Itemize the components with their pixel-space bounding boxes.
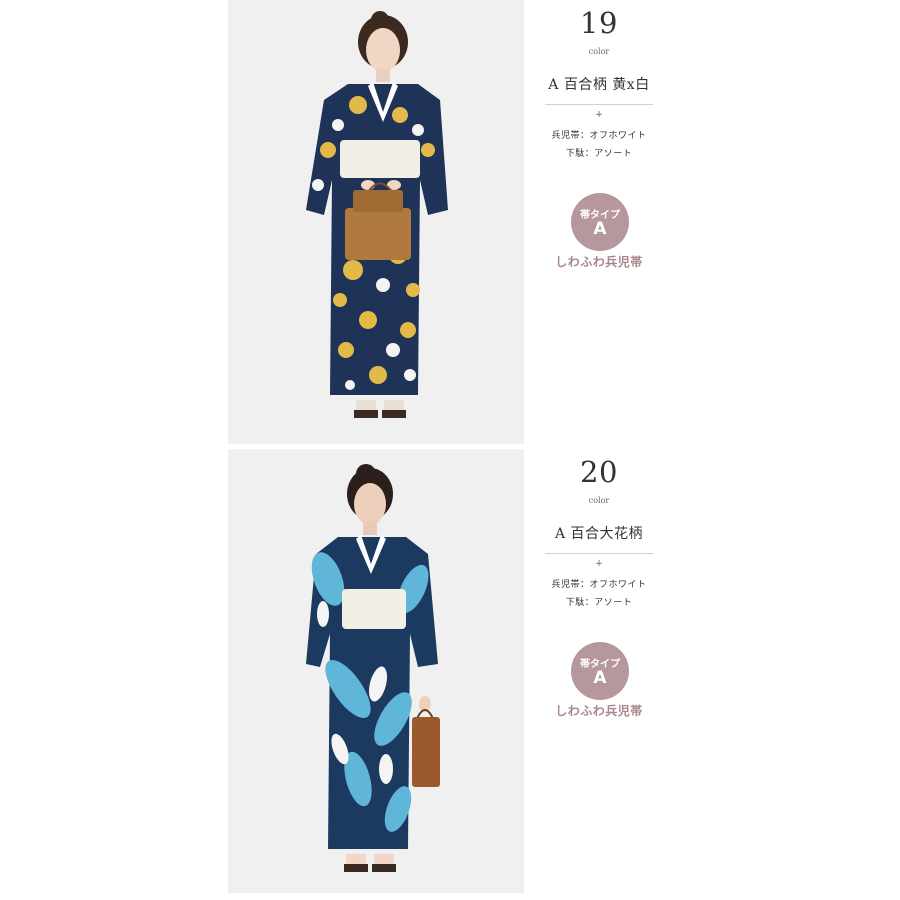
product-photo-20 bbox=[228, 449, 524, 893]
geta-spec: 下駄：アソート bbox=[565, 149, 633, 159]
color-number: 19 bbox=[580, 6, 618, 40]
color-label: color bbox=[588, 496, 610, 505]
badge-type-letter: A bbox=[593, 219, 607, 239]
geta-spec: 下駄：アソート bbox=[565, 598, 633, 608]
divider bbox=[545, 104, 653, 105]
obi-name: しわふわ兵児帯 bbox=[555, 255, 643, 269]
obi-type-badge: 帯タイプ A bbox=[571, 193, 629, 251]
pattern-name: A 百合柄 黄x白 bbox=[548, 77, 650, 93]
obi-type-badge: 帯タイプ A bbox=[571, 642, 629, 700]
obi-name: しわふわ兵児帯 bbox=[555, 704, 643, 718]
product-photo-19 bbox=[228, 0, 524, 444]
divider bbox=[545, 553, 653, 554]
obi-spec: 兵児帯：オフホワイト bbox=[551, 131, 647, 141]
plus-sign: + bbox=[595, 559, 603, 569]
plus-sign: + bbox=[595, 110, 603, 120]
badge-type-letter: A bbox=[593, 668, 607, 688]
pattern-name: A 百合大花柄 bbox=[554, 526, 644, 542]
color-label: color bbox=[588, 47, 610, 56]
color-number: 20 bbox=[580, 455, 618, 489]
obi-spec: 兵児帯：オフホワイト bbox=[551, 580, 647, 590]
